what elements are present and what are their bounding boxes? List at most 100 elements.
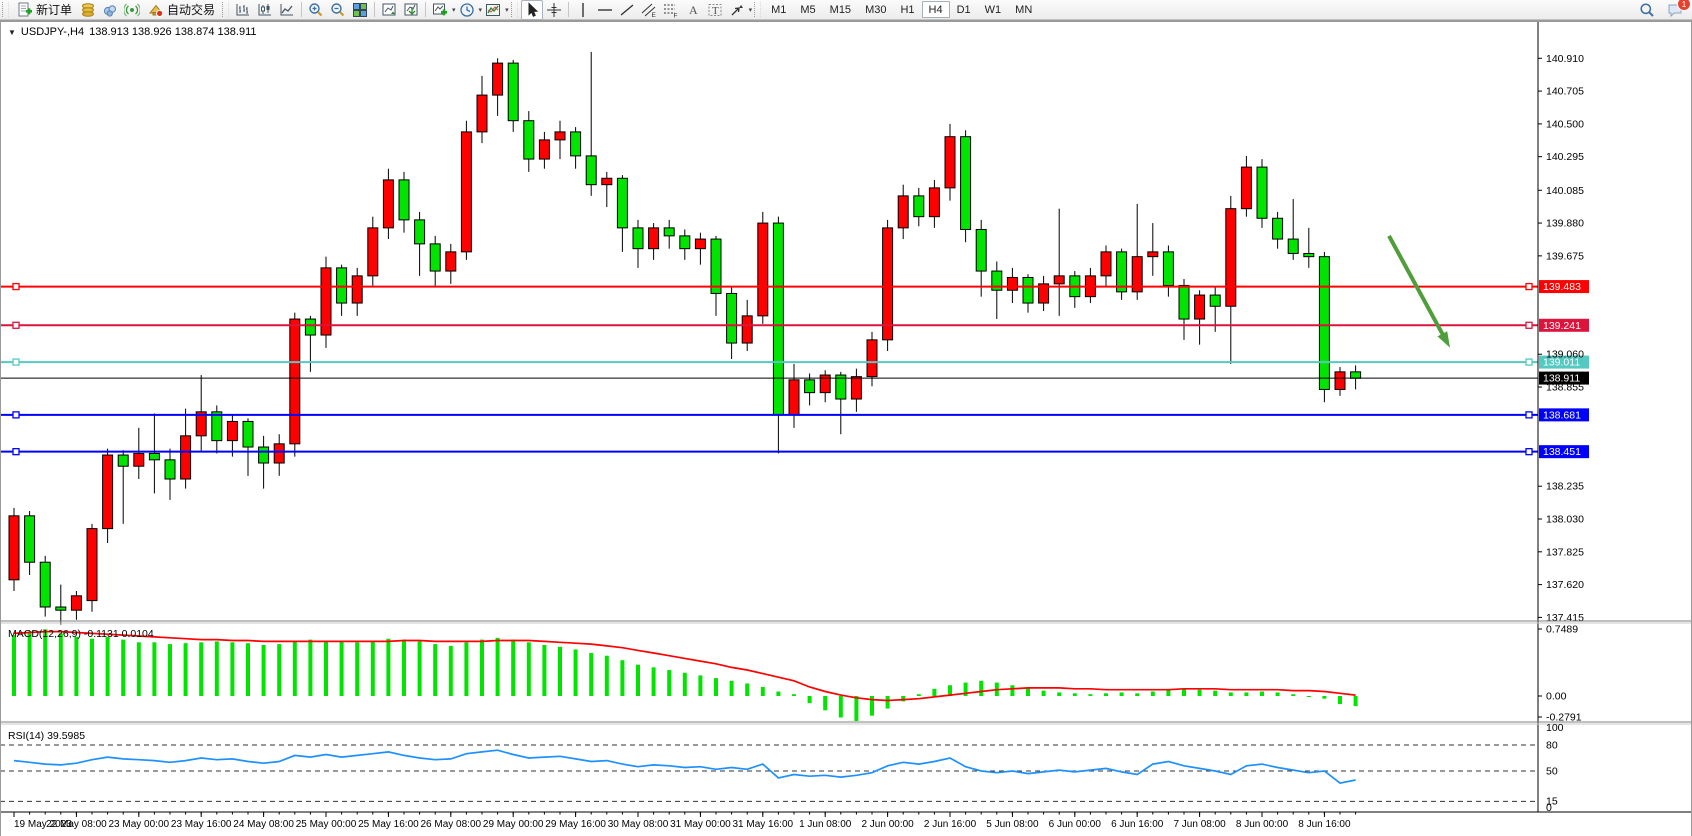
- new-order-icon: [17, 2, 33, 18]
- svg-text:8 Jun 00:00: 8 Jun 00:00: [1236, 819, 1289, 830]
- cursor-icon[interactable]: [521, 0, 543, 20]
- autotrade-icon: [148, 2, 164, 18]
- svg-text:30 May 08:00: 30 May 08:00: [608, 819, 669, 830]
- market-watch-icon[interactable]: [77, 0, 99, 20]
- arrange-windows-icon[interactable]: [378, 0, 400, 20]
- templates-icon[interactable]: [482, 0, 504, 20]
- tf-D1[interactable]: D1: [950, 1, 978, 18]
- chart-window: ▼ USDJPY-,H4 138.913 138.926 138.874 138…: [0, 20, 1692, 836]
- svg-text:25 May 16:00: 25 May 16:00: [358, 819, 419, 830]
- toolbar-right: 1: [1636, 0, 1686, 20]
- svg-text:23 May 16:00: 23 May 16:00: [171, 819, 232, 830]
- tf-M15[interactable]: M15: [823, 1, 858, 18]
- signal-icon[interactable]: [121, 0, 143, 20]
- svg-text:139.880: 139.880: [1546, 218, 1584, 230]
- fibonacci-icon[interactable]: F: [660, 0, 682, 20]
- svg-text:8 Jun 16:00: 8 Jun 16:00: [1298, 819, 1351, 830]
- autotrade-label: 自动交易: [167, 1, 215, 18]
- svg-text:138.855: 138.855: [1546, 382, 1584, 394]
- svg-text:0.00: 0.00: [1546, 691, 1567, 703]
- svg-text:22 May 08:00: 22 May 08:00: [46, 819, 107, 830]
- svg-text:50: 50: [1546, 766, 1558, 778]
- periods-icon[interactable]: [456, 0, 478, 20]
- svg-text:140.500: 140.500: [1546, 118, 1584, 130]
- svg-text:138.681: 138.681: [1543, 409, 1581, 421]
- tf-H4[interactable]: H4: [922, 1, 950, 18]
- chat-icon[interactable]: 1: [1664, 0, 1686, 20]
- line-chart-icon[interactable]: [276, 0, 298, 20]
- svg-text:80: 80: [1546, 740, 1558, 752]
- toolbar-separator: [374, 2, 375, 17]
- svg-text:2 Jun 00:00: 2 Jun 00:00: [861, 819, 914, 830]
- svg-text:31 May 16:00: 31 May 16:00: [732, 819, 793, 830]
- zoom-in-icon[interactable]: [305, 0, 327, 20]
- svg-text:138.451: 138.451: [1543, 446, 1581, 458]
- svg-text:26 May 08:00: 26 May 08:00: [420, 819, 481, 830]
- svg-text:A: A: [689, 3, 698, 17]
- svg-text:MACD(12,26,9) -0.1131 0.0104: MACD(12,26,9) -0.1131 0.0104: [8, 628, 154, 640]
- svg-text:1 Jun 08:00: 1 Jun 08:00: [799, 819, 852, 830]
- bar-chart-icon[interactable]: [232, 0, 254, 20]
- svg-text:29 May 16:00: 29 May 16:00: [545, 819, 606, 830]
- templates-dropdown[interactable]: ▾: [505, 6, 509, 14]
- text-label-icon[interactable]: T: [704, 0, 726, 20]
- toolbar-separator: [568, 2, 569, 17]
- autotrade-button[interactable]: 自动交易: [143, 1, 220, 19]
- search-icon[interactable]: [1636, 0, 1658, 20]
- tf-W1[interactable]: W1: [978, 1, 1009, 18]
- new-chart-icon[interactable]: [429, 0, 451, 20]
- svg-text:100: 100: [1546, 722, 1564, 734]
- svg-text:6 Jun 16:00: 6 Jun 16:00: [1111, 819, 1164, 830]
- svg-text:139.675: 139.675: [1546, 250, 1584, 262]
- tf-M30[interactable]: M30: [858, 1, 893, 18]
- tf-M5[interactable]: M5: [793, 1, 822, 18]
- chart-title: ▼ USDJPY-,H4 138.913 138.926 138.874 138…: [8, 26, 257, 38]
- svg-text:137.825: 137.825: [1546, 546, 1584, 558]
- svg-text:RSI(14) 39.5985: RSI(14) 39.5985: [8, 730, 85, 742]
- community-icon[interactable]: [99, 0, 121, 20]
- text-icon[interactable]: A: [682, 0, 704, 20]
- svg-text:6 Jun 00:00: 6 Jun 00:00: [1049, 819, 1102, 830]
- svg-text:F: F: [673, 12, 677, 18]
- new-order-button[interactable]: 新订单: [12, 1, 77, 19]
- new-order-label: 新订单: [36, 1, 72, 18]
- svg-text:140.085: 140.085: [1546, 185, 1584, 197]
- main-toolbar: 新订单: [0, 0, 1692, 20]
- arrow-objects-icon[interactable]: [726, 0, 748, 20]
- arrow-objects-dropdown[interactable]: ▾: [749, 6, 753, 14]
- toolbar-grip[interactable]: [511, 2, 518, 17]
- notification-badge: 1: [1677, 0, 1691, 11]
- candlestick-chart-icon[interactable]: [254, 0, 276, 20]
- svg-text:137.415: 137.415: [1546, 612, 1584, 624]
- svg-text:2 Jun 16:00: 2 Jun 16:00: [924, 819, 977, 830]
- timeframe-toolbar: M1M5M15M30H1H4D1W1MN: [764, 1, 1039, 18]
- tile-windows-icon[interactable]: [349, 0, 371, 20]
- svg-text:29 May 00:00: 29 May 00:00: [483, 819, 544, 830]
- tf-H1[interactable]: H1: [893, 1, 921, 18]
- toolbar-grip[interactable]: [222, 2, 229, 17]
- svg-text:138.235: 138.235: [1546, 481, 1584, 493]
- cascade-windows-icon[interactable]: [400, 0, 422, 20]
- tf-M1[interactable]: M1: [764, 1, 793, 18]
- trend-line-icon[interactable]: [616, 0, 638, 20]
- svg-text:23 May 00:00: 23 May 00:00: [108, 819, 169, 830]
- toolbar-grip[interactable]: [754, 2, 761, 17]
- tf-MN[interactable]: MN: [1008, 1, 1039, 18]
- chart-dropdown-icon[interactable]: ▼: [8, 28, 16, 37]
- svg-text:139.241: 139.241: [1543, 320, 1581, 332]
- crosshair-icon[interactable]: [543, 0, 565, 20]
- equidistant-channel-icon[interactable]: E: [638, 0, 660, 20]
- toolbar-separator: [301, 2, 302, 17]
- toolbar-grip[interactable]: [2, 2, 9, 17]
- svg-text:31 May 00:00: 31 May 00:00: [670, 819, 731, 830]
- toolbar-separator: [425, 2, 426, 17]
- vertical-line-icon[interactable]: [572, 0, 594, 20]
- horizontal-line-icon[interactable]: [594, 0, 616, 20]
- zoom-out-icon[interactable]: [327, 0, 349, 20]
- price-chart[interactable]: 139.483139.241139.011138.911138.681138.4…: [0, 21, 1692, 836]
- svg-text:140.705: 140.705: [1546, 86, 1584, 98]
- chart-ohlc-readout: 138.913 138.926 138.874 138.911: [89, 26, 256, 38]
- svg-text:137.620: 137.620: [1546, 579, 1584, 591]
- mt4-terminal: 新订单: [0, 0, 1692, 836]
- svg-text:0.7489: 0.7489: [1546, 624, 1578, 636]
